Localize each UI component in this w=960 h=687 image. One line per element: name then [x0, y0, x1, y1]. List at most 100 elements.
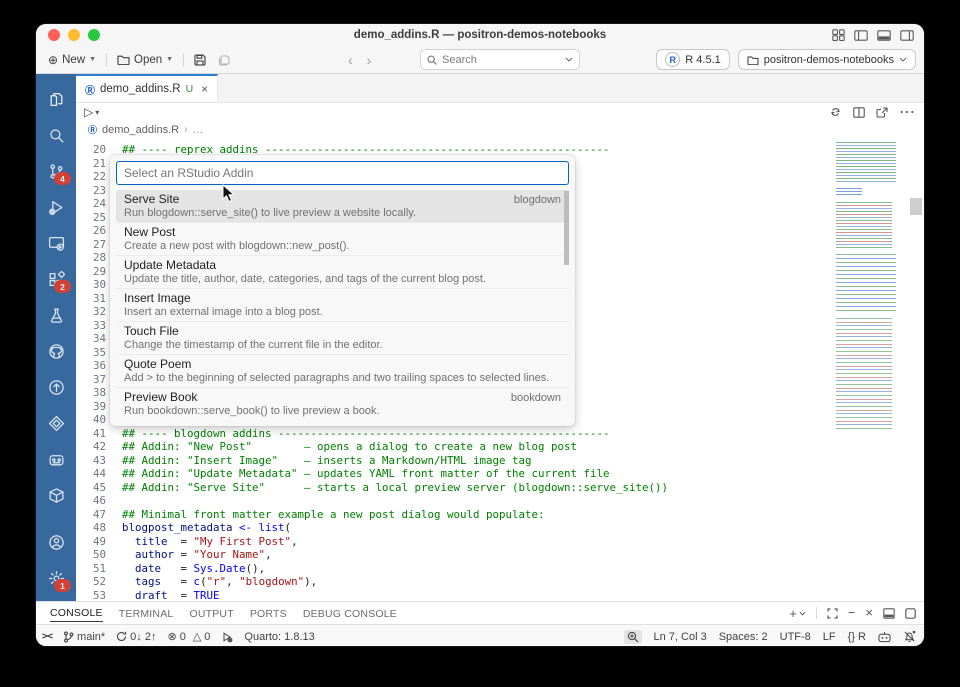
quickpick-scrollbar[interactable]: [564, 191, 569, 265]
search-input[interactable]: Search: [420, 49, 580, 70]
branch-icon: [63, 631, 74, 643]
toggle-panel-icon[interactable]: [877, 29, 891, 41]
remote-indicator[interactable]: ><: [42, 631, 53, 642]
activity-item-quarto[interactable]: [38, 405, 74, 441]
panel-tab-output[interactable]: OUTPUT: [189, 605, 233, 622]
activity-item-explorer[interactable]: [38, 81, 74, 117]
open-in-new-window-icon[interactable]: [876, 106, 888, 118]
encoding[interactable]: UTF-8: [780, 631, 811, 643]
forward-icon[interactable]: ›: [367, 53, 372, 67]
warnings-icon: △: [192, 631, 202, 643]
customize-layout-icon[interactable]: [832, 29, 845, 41]
activity-item-settings[interactable]: 1: [38, 560, 74, 596]
activity-item-testing[interactable]: [38, 297, 74, 333]
open-changes-icon[interactable]: [829, 106, 842, 118]
activity-item-extensions[interactable]: 2: [38, 261, 74, 297]
debug-item[interactable]: [221, 631, 233, 643]
git-branch-item[interactable]: main*: [63, 631, 105, 643]
save-button[interactable]: [188, 52, 212, 68]
quickpick-list: Serve Site blogdown Run blogdown::serve_si…: [116, 190, 569, 420]
maximize-panel-icon[interactable]: [827, 607, 838, 619]
interpreter-button[interactable]: R R 4.5.1: [656, 49, 730, 70]
activity-item-search[interactable]: [38, 117, 74, 153]
toggle-primary-sidebar-icon[interactable]: [854, 29, 868, 41]
panel-tab-terminal[interactable]: TERMINAL: [119, 605, 174, 622]
titlebar: demo_addins.R — positron-demos-notebooks: [36, 24, 924, 46]
layout-icon[interactable]: [905, 607, 916, 619]
minimize-window-button[interactable]: [68, 29, 80, 41]
errors-icon: ⊗: [167, 631, 177, 643]
panel-tab-console[interactable]: CONSOLE: [50, 604, 103, 622]
code-line-51: 51 date = Sys.Date(),: [92, 561, 266, 575]
zoom-indicator[interactable]: [623, 629, 642, 644]
panel-position-icon[interactable]: [883, 607, 895, 619]
mouse-cursor: [222, 184, 236, 204]
folder-icon: [747, 55, 759, 65]
code-line-50: 50 author = "Your Name",: [92, 548, 272, 561]
magnifier-plus-icon: [627, 631, 639, 643]
activity-bar-bottom: 1: [38, 524, 74, 601]
more-actions-icon[interactable]: ⋯: [899, 102, 916, 122]
panel-tab-debug-console[interactable]: DEBUG CONSOLE: [303, 605, 397, 622]
save-all-button[interactable]: [212, 52, 236, 68]
activity-item-packages[interactable]: [38, 477, 74, 513]
eol[interactable]: LF: [823, 631, 836, 643]
code-line-42: 42 ## Addin: "New Post" — opens a dialog …: [92, 440, 578, 453]
quickpick-item-serve-site[interactable]: Serve Site blogdown Run blogdown::serve_si…: [116, 190, 569, 222]
window-title: demo_addins.R — positron-demos-notebooks: [353, 29, 607, 41]
assistant-status-icon[interactable]: [878, 631, 891, 643]
save-icon: [194, 53, 206, 66]
run-file-button[interactable]: ▷ ▾: [84, 105, 99, 119]
quickpick-item-touch-file[interactable]: Touch File Change the timestamp of the cu…: [116, 321, 569, 354]
quickpick-input[interactable]: Select an RStudio Addin: [116, 161, 569, 185]
code-line-49: 49 title = "My First Post",: [92, 534, 298, 548]
workspace-button[interactable]: positron-demos-notebooks: [737, 49, 916, 70]
quarto-version[interactable]: Quarto: 1.8.13: [244, 631, 314, 643]
activity-item-github[interactable]: [38, 333, 74, 369]
editor-scrollbar[interactable]: [910, 198, 922, 215]
quickpick-item-insert-image[interactable]: Insert Image Insert an external image int…: [116, 288, 569, 321]
activity-item-source-control[interactable]: 4: [38, 153, 74, 189]
notifications-dnd-icon[interactable]: [903, 630, 916, 643]
activity-item-sessions[interactable]: [38, 225, 74, 261]
back-icon[interactable]: ‹: [348, 53, 353, 67]
status-bar: >< main* 0↓ 2↑ ⊗ 0 △ 0 Quarto: 1.8.13 Ln…: [36, 624, 924, 646]
split-editor-icon[interactable]: [853, 106, 865, 118]
quickpick-item-update-metadata[interactable]: Update Metadata Update the title, author,…: [116, 255, 569, 288]
minimap[interactable]: [834, 140, 908, 440]
code-line-52: 52 tags = c("r", "blogdown"),: [92, 575, 318, 588]
tab-demo-addins[interactable]: Ⓡ demo_addins.R U ×: [76, 74, 219, 102]
editor-tab-bar: Ⓡ demo_addins.R U ×: [76, 74, 924, 103]
new-console-button[interactable]: +: [789, 606, 806, 621]
problems-item[interactable]: ⊗ 0 △ 0: [167, 630, 210, 644]
activity-item-publish[interactable]: [38, 369, 74, 405]
code-line-53: 53 draft = TRUE: [92, 588, 220, 602]
quickpick-item-new-post[interactable]: New Post Create a new post with blogdown:…: [116, 222, 569, 255]
zoom-window-button[interactable]: [88, 29, 100, 41]
editor-actions: ▷ ▾ ⋯: [76, 103, 924, 121]
activity-item-run-debug[interactable]: [38, 189, 74, 225]
cursor-position[interactable]: Ln 7, Col 3: [654, 631, 707, 643]
activity-item-account[interactable]: [38, 524, 74, 560]
new-button[interactable]: ⊕ New ▼: [42, 52, 102, 68]
close-tab-icon[interactable]: ×: [201, 82, 208, 96]
git-status-badge: U: [185, 83, 194, 95]
code-line-47: 47 ## Minimal front matter example a new …: [92, 507, 545, 521]
code-line-43: 43 ## Addin: "Insert Image" — inserts a M…: [92, 453, 532, 467]
activity-bar: 4 2 1: [36, 74, 76, 601]
badge: 4: [54, 172, 71, 185]
language-mode[interactable]: {} R: [848, 631, 866, 643]
quickpick-item-preview-book[interactable]: Preview Book bookdown Run bookdown::serve_…: [116, 387, 569, 420]
save-all-icon: [218, 54, 230, 66]
git-sync-item[interactable]: 0↓ 2↑: [116, 631, 156, 643]
code-line-44: 44 ## Addin: "Update Metadata" — updates …: [92, 467, 610, 480]
open-button[interactable]: Open ▼: [111, 52, 179, 68]
breadcrumb[interactable]: Ⓡ demo_addins.R › …: [76, 121, 924, 138]
toggle-secondary-sidebar-icon[interactable]: [900, 29, 914, 41]
close-window-button[interactable]: [48, 29, 60, 41]
panel-tab-ports[interactable]: PORTS: [250, 605, 287, 622]
traffic-lights: [48, 29, 100, 41]
quickpick-item-quote-poem[interactable]: Quote Poem Add > to the beginning of sele…: [116, 354, 569, 387]
indentation[interactable]: Spaces: 2: [719, 631, 768, 643]
activity-item-assistant[interactable]: [38, 441, 74, 477]
